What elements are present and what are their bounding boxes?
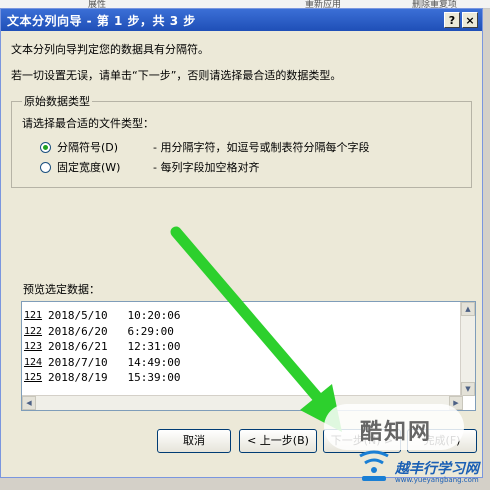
watermark-url: www.yueyangbang.com [395, 476, 479, 484]
watermark-text: 酷知网 [360, 420, 433, 445]
watermark-brand: 越丰行学习网 [395, 461, 479, 477]
watermark-logo-icon [359, 450, 389, 481]
